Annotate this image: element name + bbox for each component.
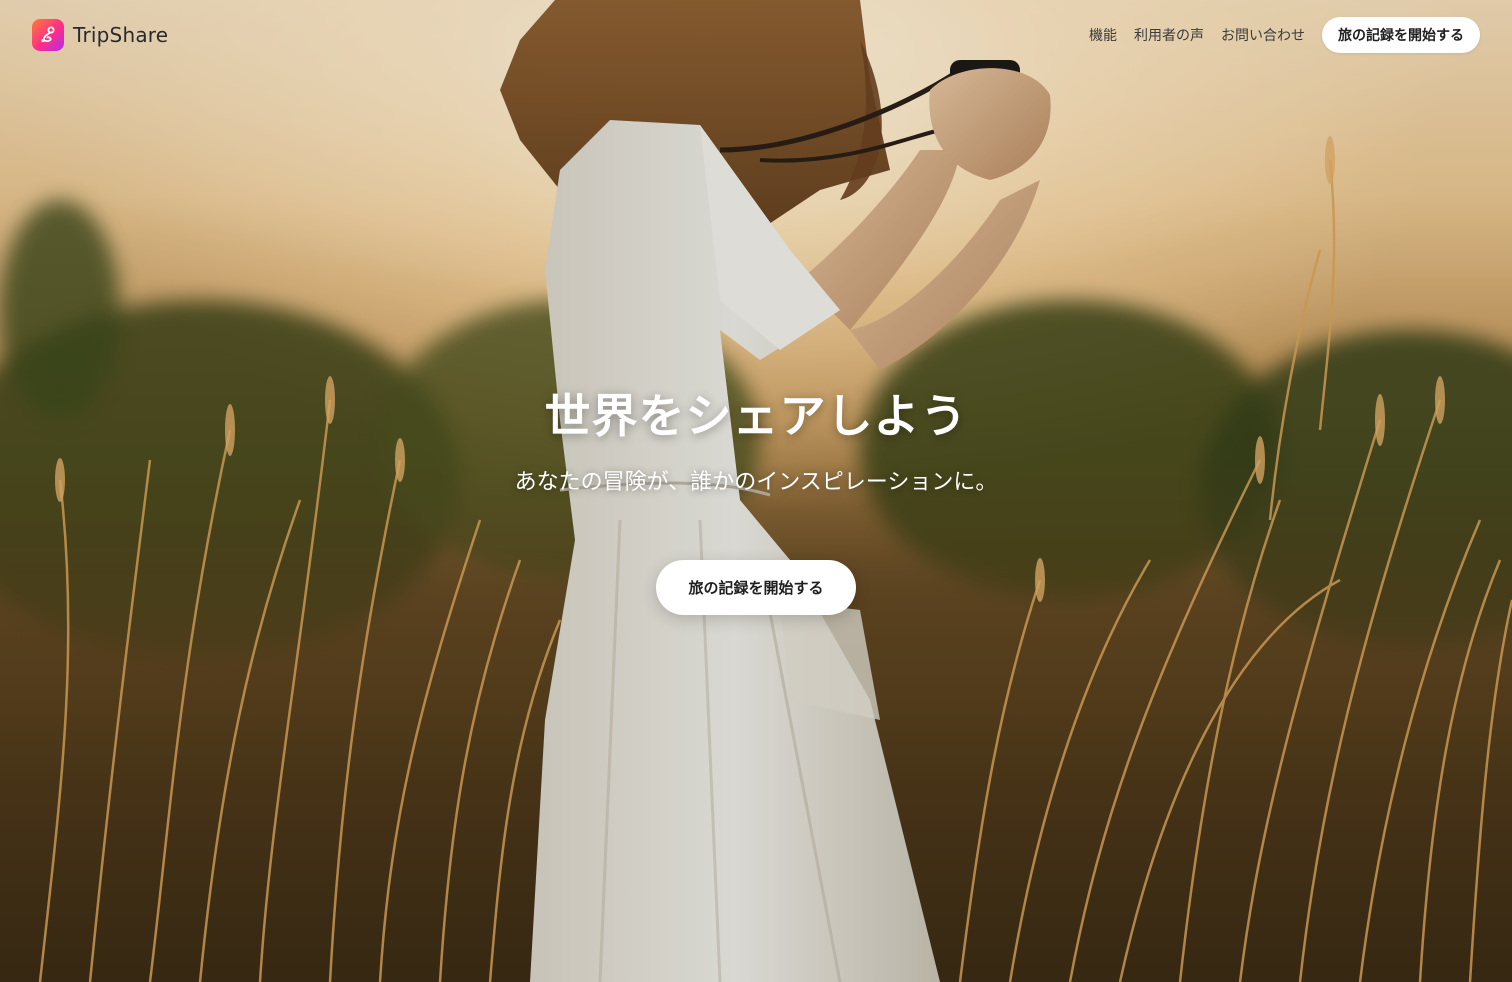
nav-link-features[interactable]: 機能 <box>1089 25 1117 45</box>
hero-subtitle: あなたの冒険が、誰かのインスピレーションに。 <box>514 470 998 495</box>
hero-start-button[interactable]: 旅の記録を開始する <box>656 560 856 615</box>
nav-link-testimonials[interactable]: 利用者の声 <box>1134 25 1204 45</box>
nav-link-contact[interactable]: お問い合わせ <box>1221 25 1305 45</box>
brand-home-link[interactable]: TripShare <box>32 19 168 51</box>
brand-name: TripShare <box>73 23 169 47</box>
hero-section: 世界をシェアしよう あなたの冒険が、誰かのインスピレーションに。 旅の記録を開始… <box>0 380 1512 615</box>
main-nav: 機能 利用者の声 お問い合わせ 旅の記録を開始する <box>1089 17 1480 53</box>
site-header: TripShare 機能 利用者の声 お問い合わせ 旅の記録を開始する <box>0 0 1512 70</box>
header-start-button[interactable]: 旅の記録を開始する <box>1322 17 1480 53</box>
route-pin-icon <box>32 19 64 51</box>
hero-title: 世界をシェアしよう <box>544 389 968 443</box>
